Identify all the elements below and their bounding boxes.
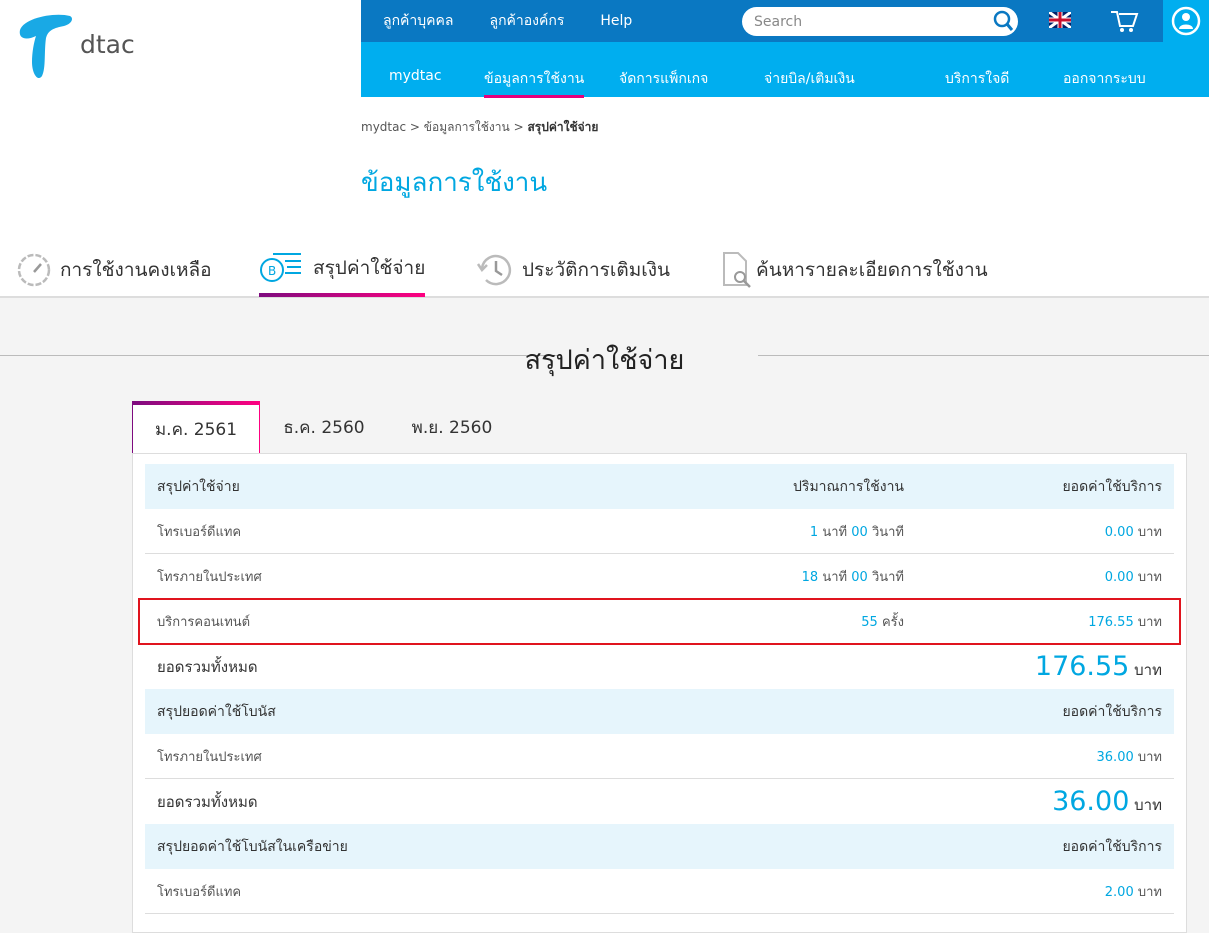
uk-flag-icon[interactable]: [1049, 12, 1071, 28]
tab-usage-search[interactable]: ค้นหารายละเอียดการใช้งาน: [722, 243, 988, 297]
gauge-icon: [17, 253, 51, 287]
breadcrumb-usage[interactable]: ข้อมูลการใช้งาน: [424, 120, 510, 134]
table-row: โทรเบอร์ดีแทค 2.00 บาท: [145, 869, 1174, 914]
month-tabs: ม.ค. 2561 ธ.ค. 2560 พ.ย. 2560: [132, 401, 516, 454]
table-row: โทรภายในประเทศ 36.00 บาท: [145, 734, 1174, 779]
link-help[interactable]: Help: [600, 13, 632, 29]
search-icon[interactable]: [992, 10, 1014, 32]
link-personal[interactable]: ลูกค้าบุคคล: [383, 10, 453, 32]
breadcrumb-current: สรุปค่าใช้จ่าย: [527, 120, 599, 134]
nav-manage-package[interactable]: จัดการแพ็กเกจ: [619, 68, 708, 90]
tab-month-nov-2560[interactable]: พ.ย. 2560: [388, 401, 516, 454]
svg-text:B: B: [268, 264, 276, 278]
table-header: สรุปค่าใช้จ่าย ปริมาณการใช้งาน ยอดค่าใช้…: [145, 464, 1174, 509]
tab-expense-summary[interactable]: B สรุปค่าใช้จ่าย: [259, 243, 426, 297]
table-row: โทรภายในประเทศ 18 นาที 00 วินาที 0.00 บา…: [145, 554, 1174, 599]
link-business[interactable]: ลูกค้าองค์กร: [489, 10, 564, 32]
bonus-total-row: ยอดรวมทั้งหมด 36.00 บาท: [157, 786, 1162, 817]
breadcrumb: mydtac > ข้อมูลการใช้งาน > สรุปค่าใช้จ่า…: [361, 120, 599, 134]
nav-usage-info[interactable]: ข้อมูลการใช้งาน: [484, 68, 585, 98]
table-row: โทรเบอร์ดีแทค 1 นาที 00 วินาที 0.00 บาท: [145, 509, 1174, 554]
network-bonus-header: สรุปยอดค่าใช้โบนัสในเครือข่าย ยอดค่าใช้บ…: [145, 824, 1174, 869]
expense-table: สรุปค่าใช้จ่าย ปริมาณการใช้งาน ยอดค่าใช้…: [132, 453, 1187, 933]
cart-icon[interactable]: [1109, 8, 1139, 34]
user-account-button[interactable]: [1163, 0, 1209, 42]
section-title: สรุปค่าใช้จ่าย: [524, 345, 685, 376]
total-row: ยอดรวมทั้งหมด 176.55 บาท: [157, 651, 1162, 682]
breadcrumb-mydtac[interactable]: mydtac: [361, 120, 406, 134]
nav-services[interactable]: บริการใจดี: [945, 68, 1009, 90]
site-header: dtac ลูกค้าบุคคล ลูกค้าองค์กร Help Searc…: [0, 0, 1209, 298]
page-title: ข้อมูลการใช้งาน: [361, 168, 548, 198]
nav-pay-topup[interactable]: จ่ายบิล/เติมเงิน: [764, 68, 855, 90]
tab-month-jan-2561[interactable]: ม.ค. 2561: [132, 401, 260, 454]
nav-mydtac[interactable]: mydtac: [389, 68, 442, 84]
main-nav: mydtac ข้อมูลการใช้งาน จัดการแพ็กเกจ จ่า…: [361, 42, 1209, 98]
top-bar: ลูกค้าบุคคล ลูกค้าองค์กร Help Search: [361, 0, 1163, 42]
bonus-header: สรุปยอดค่าใช้โบนัส ยอดค่าใช้บริการ: [145, 689, 1174, 734]
tab-remaining-usage[interactable]: การใช้งานคงเหลือ: [16, 243, 212, 297]
search-input[interactable]: Search: [742, 7, 1018, 36]
tab-topup-history[interactable]: ประวัติการเติมเงิน: [476, 243, 670, 297]
tab-month-dec-2560[interactable]: ธ.ค. 2560: [260, 401, 388, 454]
dtac-logo[interactable]: dtac: [14, 12, 144, 82]
bitcoin-list-icon: B: [260, 253, 301, 282]
user-icon: [1171, 6, 1201, 36]
history-icon: [476, 254, 512, 286]
table-row-highlighted: บริการคอนเทนต์ 55 ครั้ง 176.55 บาท: [138, 598, 1181, 645]
nav-logout[interactable]: ออกจากระบบ: [1063, 68, 1146, 90]
document-search-icon: [723, 252, 751, 288]
